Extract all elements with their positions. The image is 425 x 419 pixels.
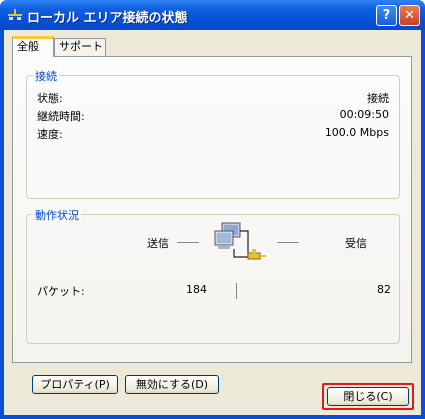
- properties-button[interactable]: プロパティ(P): [32, 375, 118, 394]
- disable-button[interactable]: 無効にする(D): [125, 375, 219, 394]
- speed-label: 速度:: [37, 128, 63, 141]
- tab-support[interactable]: サポート: [54, 38, 106, 56]
- duration-value: 00:09:50: [339, 108, 389, 121]
- tab-general[interactable]: 全般: [12, 36, 54, 57]
- speed-value: 100.0 Mbps: [324, 126, 389, 139]
- status-label: 状態:: [37, 92, 63, 105]
- connection-group-title: 接続: [33, 68, 59, 84]
- packets-label: パケット:: [37, 285, 85, 298]
- help-icon: ?: [382, 8, 391, 23]
- network-computers-icon: [214, 222, 266, 260]
- window-title: ローカル エリア接続の状態: [27, 11, 188, 26]
- close-button-label: 閉じる(C): [343, 390, 393, 403]
- activity-divider: [236, 283, 237, 299]
- duration-label: 継続時間:: [37, 110, 85, 123]
- tab-support-label: サポート: [59, 40, 103, 53]
- close-button[interactable]: 閉じる(C): [327, 387, 409, 406]
- received-label: 受信: [345, 237, 367, 250]
- help-button[interactable]: ?: [376, 5, 397, 26]
- dialog-client-area: 全般 サポート 接続 状態: 接続 継続時間: 00:09:50 速度: 100…: [4, 30, 421, 415]
- sent-dash: [177, 242, 199, 243]
- activity-group-title: 動作状況: [33, 207, 81, 223]
- packets-received-value: 82: [377, 283, 391, 296]
- received-dash: [277, 242, 299, 243]
- window-close-button[interactable]: ✕: [399, 5, 420, 26]
- activity-group: 動作状況 送信 受信 パケット: 184 82: [26, 207, 400, 344]
- title-bar[interactable]: ローカル エリア接続の状態 ? ✕: [0, 0, 425, 30]
- dialog-window: ローカル エリア接続の状態 ? ✕ 全般 サポート 接続 状態: 接続 継続時間…: [0, 0, 425, 419]
- sent-label: 送信: [147, 237, 169, 250]
- tab-general-label: 全般: [17, 40, 39, 53]
- disable-button-label: 無効にする(D): [135, 378, 209, 391]
- properties-button-label: プロパティ(P): [40, 378, 110, 391]
- general-tab-panel: 接続 状態: 接続 継続時間: 00:09:50 速度: 100.0 Mbps …: [12, 56, 412, 394]
- connection-group: 接続 状態: 接続 継続時間: 00:09:50 速度: 100.0 Mbps: [26, 68, 400, 199]
- network-connection-icon: [8, 9, 22, 20]
- status-value: 接続: [367, 92, 389, 105]
- close-icon: ✕: [404, 8, 415, 23]
- packets-sent-value: 184: [186, 283, 207, 296]
